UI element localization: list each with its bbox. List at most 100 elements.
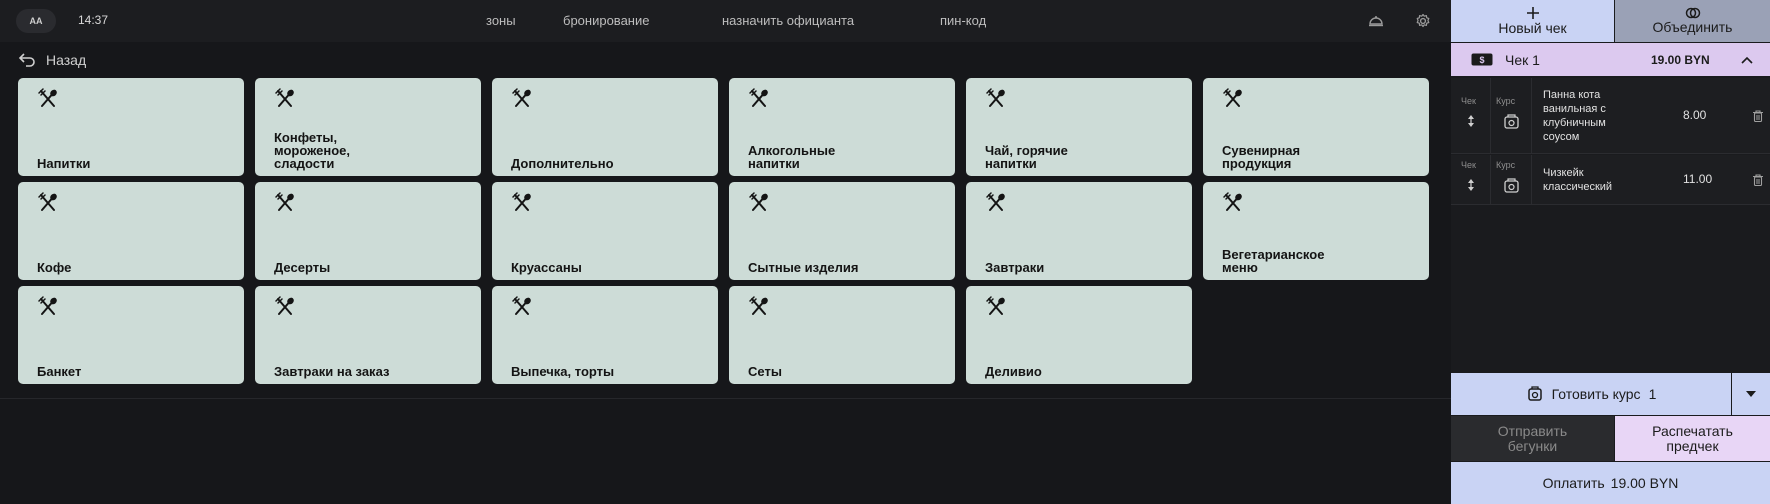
fork-knife-icon (985, 296, 1007, 318)
fork-knife-icon (748, 296, 770, 318)
order-item[interactable]: Чек Курс Панна кота ванильная с клубничным… (1451, 78, 1770, 154)
category-tile[interactable]: Напитки (18, 78, 244, 176)
fork-knife-icon (37, 192, 59, 214)
nav-zones[interactable]: зоны (486, 13, 516, 28)
fork-knife-icon (748, 192, 770, 214)
fork-knife-icon (1222, 88, 1244, 110)
category-tile[interactable]: Конфеты, мороженое, сладости (255, 78, 481, 176)
check-title: Чек 1 (1505, 52, 1540, 68)
send-runners-button[interactable]: Отправить бегунки (1451, 416, 1614, 461)
check-total: 19.00 BYN (1651, 53, 1710, 67)
category-label: Алкогольные напитки (748, 143, 836, 171)
trash-icon[interactable] (1752, 173, 1764, 187)
category-tile[interactable]: Чай, горячие напитки (966, 78, 1192, 176)
item-name: Чизкейк классический (1543, 167, 1613, 193)
category-tile[interactable]: Выпечка, торты (492, 286, 718, 384)
fork-knife-icon (985, 88, 1007, 110)
category-tile[interactable]: Сувенирная продукция (1203, 78, 1429, 176)
course-column-label: Курс (1496, 160, 1516, 170)
category-tile[interactable]: Алкогольные напитки (729, 78, 955, 176)
nav-pin-code[interactable]: пин-код (940, 13, 986, 28)
pay-button[interactable]: Оплатить 19.00 BYN (1451, 462, 1770, 504)
category-label: Сеты (748, 364, 782, 379)
category-label: Конфеты, мороженое, сладости (274, 130, 351, 171)
merge-label: Объединить (1652, 19, 1733, 35)
plus-icon (1526, 7, 1539, 19)
category-label: Дополнительно (511, 156, 614, 171)
new-check-button[interactable]: Новый чек (1451, 0, 1614, 42)
item-price: 8.00 (1683, 108, 1707, 122)
category-label: Деливио (985, 364, 1042, 379)
fork-knife-icon (985, 192, 1007, 214)
course-icon[interactable] (1503, 177, 1521, 200)
send-runners-label: Отправить бегунки (1497, 422, 1568, 454)
category-tile[interactable]: Сеты (729, 286, 955, 384)
fork-knife-icon (37, 296, 59, 318)
pay-label: Оплатить (1542, 475, 1605, 491)
fork-knife-icon (511, 296, 533, 318)
prepare-label: Готовить курс (1551, 386, 1641, 402)
category-label: Выпечка, торты (511, 364, 615, 379)
money-icon: $ (1471, 53, 1493, 66)
fork-knife-icon (511, 192, 533, 214)
course-icon[interactable] (1503, 113, 1521, 136)
course-icon (1527, 386, 1542, 401)
category-tile[interactable]: Десерты (255, 182, 481, 280)
move-updown-icon[interactable] (1466, 178, 1476, 197)
category-label: Напитки (37, 156, 91, 171)
back-label: Назад (46, 52, 87, 68)
fork-knife-icon (274, 192, 296, 214)
check-column-label: Чек (1461, 96, 1476, 106)
caret-down-icon (1746, 391, 1756, 397)
item-price: 11.00 (1683, 172, 1713, 186)
gear-icon[interactable] (1414, 12, 1432, 30)
main-area: АА 14:37 зоны бронирование назначить офи… (0, 0, 1451, 504)
back-button[interactable]: Назад (18, 50, 86, 70)
category-label: Сытные изделия (748, 260, 859, 275)
category-label: Вегетарианское меню (1222, 247, 1325, 275)
fork-knife-icon (274, 296, 296, 318)
category-label: Сувенирная продукция (1222, 143, 1301, 171)
category-tile[interactable]: Дополнительно (492, 78, 718, 176)
chevron-up-icon[interactable] (1739, 52, 1755, 68)
svg-text:$: $ (1479, 55, 1484, 65)
category-label: Банкет (37, 364, 82, 379)
clock: 14:37 (78, 13, 109, 27)
merge-button[interactable]: Объединить (1615, 0, 1770, 42)
category-label: Чай, горячие напитки (985, 143, 1068, 171)
cloche-icon[interactable] (1367, 12, 1385, 30)
category-label: Десерты (274, 260, 331, 275)
category-label: Завтраки на заказ (274, 364, 390, 379)
print-precheck-button[interactable]: Распечатать предчек (1615, 416, 1770, 461)
item-name: Панна кота ванильная с клубничным соусом (1543, 89, 1606, 143)
new-check-label: Новый чек (1498, 20, 1567, 36)
fork-knife-icon (37, 88, 59, 110)
avatar[interactable]: АА (16, 9, 56, 33)
category-tile[interactable]: Вегетарианское меню (1203, 182, 1429, 280)
category-tile[interactable]: Завтраки (966, 182, 1192, 280)
order-item[interactable]: Чек Курс Чизкейк классический 11.00 (1451, 155, 1770, 205)
check-header[interactable]: $ Чек 1 19.00 BYN (1451, 43, 1770, 76)
nav-booking[interactable]: бронирование (563, 13, 649, 28)
divider (0, 398, 1451, 399)
top-bar: АА 14:37 зоны бронирование назначить офи… (0, 0, 1451, 42)
print-precheck-label: Распечатать предчек (1652, 422, 1733, 454)
category-tile[interactable]: Банкет (18, 286, 244, 384)
merge-icon (1685, 7, 1700, 19)
fork-knife-icon (1222, 192, 1244, 214)
fork-knife-icon (511, 88, 533, 110)
course-column-label: Курс (1496, 96, 1516, 106)
category-tile[interactable]: Деливио (966, 286, 1192, 384)
prepare-course-button[interactable]: Готовить курс 1 (1451, 373, 1731, 415)
category-tile[interactable]: Сытные изделия (729, 182, 955, 280)
category-tile[interactable]: Круассаны (492, 182, 718, 280)
prepare-course-dropdown[interactable] (1732, 373, 1770, 415)
nav-assign-waiter[interactable]: назначить официанта (722, 13, 854, 28)
category-label: Кофе (37, 260, 72, 275)
move-updown-icon[interactable] (1466, 114, 1476, 133)
category-tile[interactable]: Завтраки на заказ (255, 286, 481, 384)
check-column-label: Чек (1461, 160, 1476, 170)
trash-icon[interactable] (1752, 109, 1764, 123)
category-label: Круассаны (511, 260, 582, 275)
category-tile[interactable]: Кофе (18, 182, 244, 280)
